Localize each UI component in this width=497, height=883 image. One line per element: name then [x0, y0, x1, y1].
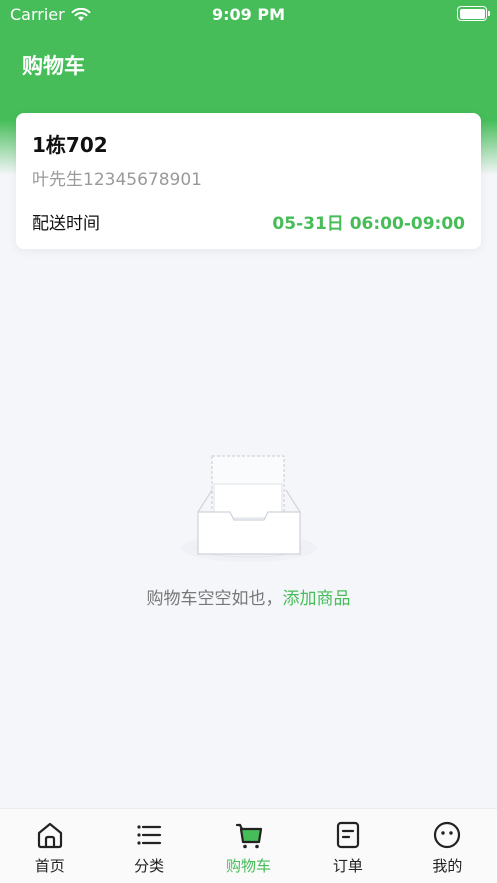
empty-box-illustration: [181, 455, 317, 562]
battery-icon: [457, 6, 490, 21]
add-products-link[interactable]: 添加商品: [283, 589, 351, 609]
order-icon: [336, 821, 360, 849]
home-icon: [37, 822, 62, 849]
tab-category[interactable]: 分类: [99, 809, 198, 883]
address-card[interactable]: 1栋702 叶先生12345678901 配送时间 05-31日 06:00-0…: [16, 113, 481, 249]
list-icon: [137, 825, 162, 845]
tab-orders[interactable]: 订单: [298, 809, 397, 883]
status-bar: Carrier 9:09 PM: [0, 0, 497, 28]
status-time: 9:09 PM: [211, 5, 285, 24]
tab-cart[interactable]: 购物车: [199, 809, 298, 883]
cart-icon: [235, 823, 262, 849]
tab-bar: 首页 分类 购物车 订单 我的: [0, 808, 497, 883]
profile-face-icon: [434, 821, 461, 849]
tab-cart-label: 购物车: [226, 857, 272, 875]
empty-cart-message: 购物车空空如也，添加商品: [0, 584, 497, 609]
page-title: 购物车: [22, 54, 85, 78]
tab-profile[interactable]: 我的: [398, 809, 497, 883]
delivery-time-label: 配送时间: [32, 214, 100, 234]
tab-profile-label: 我的: [432, 857, 463, 875]
empty-message-text: 购物车空空如也，: [146, 589, 283, 609]
address-contact: 叶先生12345678901: [32, 170, 202, 190]
tab-orders-label: 订单: [332, 857, 363, 875]
tab-category-label: 分类: [134, 857, 165, 875]
tab-home[interactable]: 首页: [0, 809, 99, 883]
address-title: 1栋702: [32, 133, 108, 157]
delivery-time-value[interactable]: 05-31日 06:00-09:00: [272, 209, 465, 234]
tab-home-label: 首页: [34, 857, 65, 875]
